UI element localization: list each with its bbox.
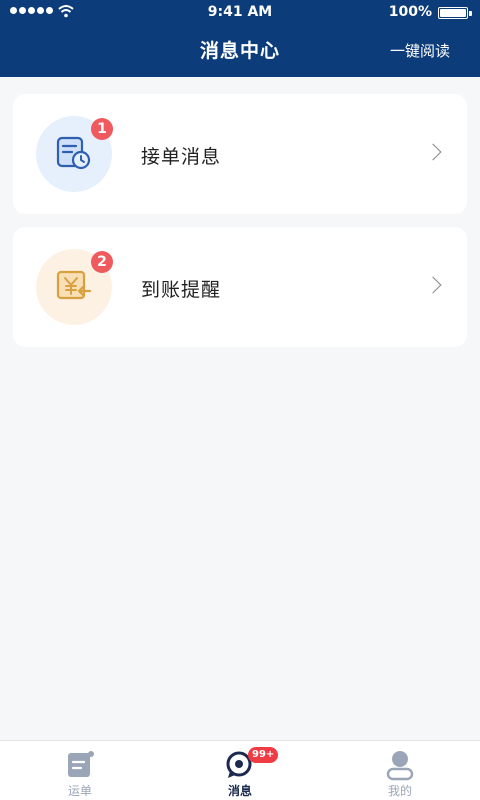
unread-badge: 2 — [91, 251, 113, 273]
message-item-order[interactable]: 1 接单消息 — [13, 94, 467, 214]
tab-badge: 99+ — [248, 747, 279, 763]
tab-waybill[interactable]: 运单 — [0, 741, 160, 800]
message-item-payment[interactable]: 2 到账提醒 — [13, 227, 467, 347]
chevron-right-icon — [424, 276, 442, 294]
battery-icon — [438, 7, 472, 19]
message-item-label: 到账提醒 — [141, 279, 222, 301]
waybill-icon — [68, 751, 94, 777]
tab-label: 消息 — [227, 784, 252, 798]
tab-label: 运单 — [67, 784, 92, 798]
tab-profile[interactable]: 我的 — [320, 741, 480, 800]
battery-percentage: 100% — [388, 4, 432, 20]
unread-badge: 1 — [91, 118, 113, 140]
tab-bar: 运单 99+ 消息 我的 — [0, 740, 480, 800]
chevron-right-icon — [424, 143, 442, 161]
status-bar: 9:41 AM 100% — [0, 0, 480, 24]
header: 9:41 AM 100% 消息中心 一键阅读 — [0, 0, 480, 77]
message-item-label: 接单消息 — [141, 146, 222, 168]
read-all-button[interactable]: 一键阅读 — [390, 40, 450, 61]
tab-messages[interactable]: 99+ 消息 — [160, 741, 320, 800]
tab-label: 我的 — [387, 784, 412, 798]
profile-icon — [386, 751, 414, 781]
